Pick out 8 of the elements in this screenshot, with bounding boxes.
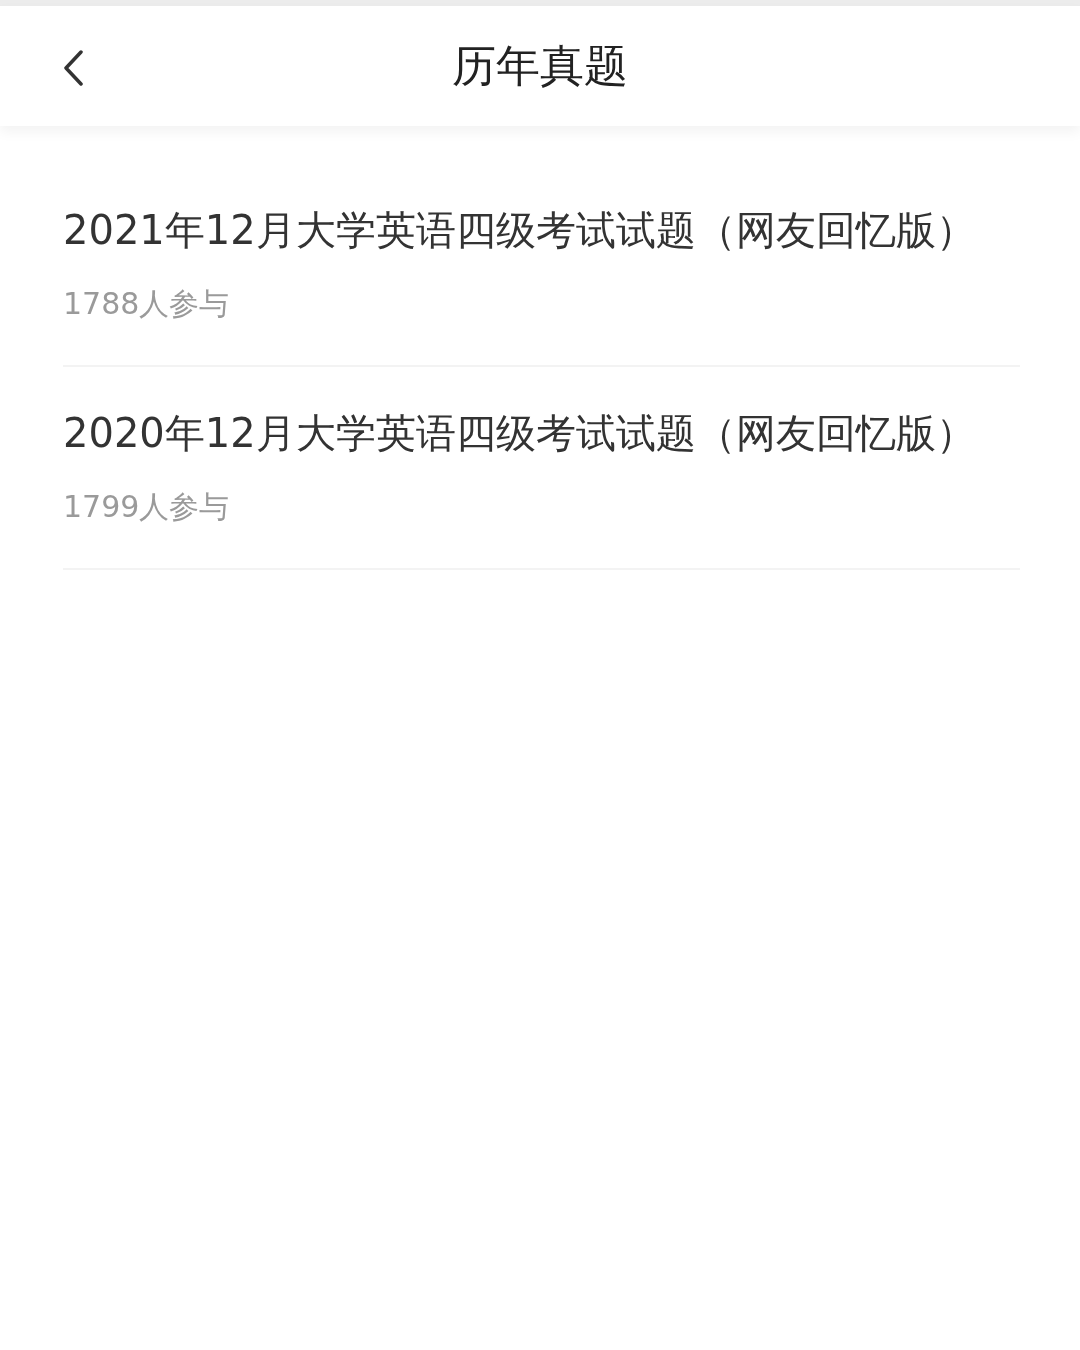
paper-list-item[interactable]: 2020年12月大学英语四级考试试题（网友回忆版） 1799人参与 — [63, 367, 1020, 570]
participant-count: 1788人参与 — [63, 285, 231, 323]
paper-title: 2021年12月大学英语四级考试试题（网友回忆版） — [63, 206, 977, 254]
participant-count: 1799人参与 — [63, 488, 231, 526]
paper-list-item[interactable]: 2021年12月大学英语四级考试试题（网友回忆版） 1788人参与 — [63, 164, 1020, 367]
page-title: 历年真题 — [452, 38, 628, 93]
paper-title: 2020年12月大学英语四级考试试题（网友回忆版） — [63, 409, 977, 457]
back-icon[interactable] — [62, 50, 84, 86]
